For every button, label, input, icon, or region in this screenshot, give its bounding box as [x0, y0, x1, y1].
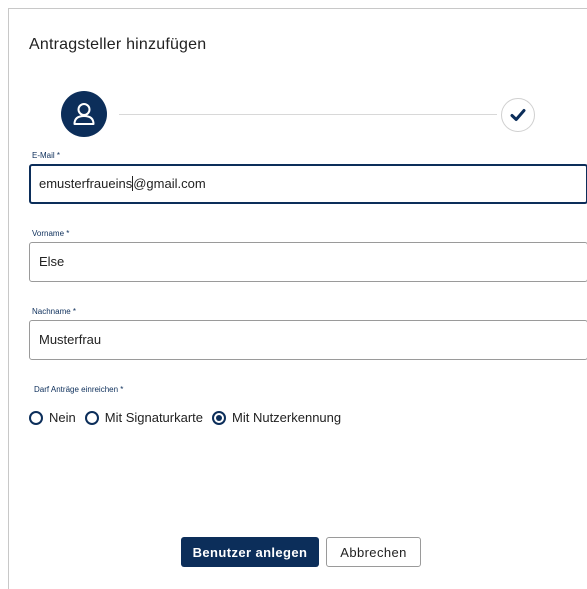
radio-signaturkarte[interactable]: Mit Signaturkarte: [84, 410, 204, 425]
permission-radio-group: Nein Mit Signaturkarte Mit Nutzerkennung: [29, 410, 350, 425]
stepper-connector: [119, 114, 497, 115]
add-applicant-dialog: Antragsteller hinzufügen E-Mail * emuste…: [8, 8, 587, 589]
dialog-title: Antragsteller hinzufügen: [29, 36, 207, 53]
user-icon: [73, 103, 95, 125]
radio-nein[interactable]: Nein: [29, 410, 76, 425]
email-field[interactable]: emusterfraueins@gmail.com: [29, 164, 587, 204]
step-confirm: [501, 98, 535, 132]
lastname-value: Musterfrau: [39, 332, 102, 347]
create-user-button[interactable]: Benutzer anlegen: [181, 537, 319, 567]
firstname-value: Else: [39, 254, 65, 269]
radio-button-selected[interactable]: [212, 410, 227, 425]
step-user: [61, 91, 107, 137]
radio-nutzerkennung[interactable]: Mit Nutzerkennung: [212, 410, 341, 425]
radio-button[interactable]: [84, 410, 99, 425]
radio-label: Nein: [49, 410, 76, 425]
email-label: E-Mail *: [32, 151, 61, 160]
firstname-field[interactable]: Else: [29, 242, 587, 282]
firstname-label: Vorname *: [32, 229, 70, 238]
lastname-field[interactable]: Musterfrau: [29, 320, 587, 360]
lastname-label: Nachname *: [32, 307, 77, 316]
radio-label: Mit Signaturkarte: [104, 410, 204, 425]
radio-button[interactable]: [29, 410, 43, 425]
email-value-start: emusterfraueins: [39, 176, 133, 191]
cancel-button[interactable]: Abbrechen: [326, 537, 421, 567]
email-value-end: @gmail.com: [133, 176, 206, 191]
permission-label: Darf Anträge einreichen *: [34, 385, 124, 394]
check-icon: [510, 109, 526, 121]
radio-label: Mit Nutzerkennung: [232, 410, 342, 425]
